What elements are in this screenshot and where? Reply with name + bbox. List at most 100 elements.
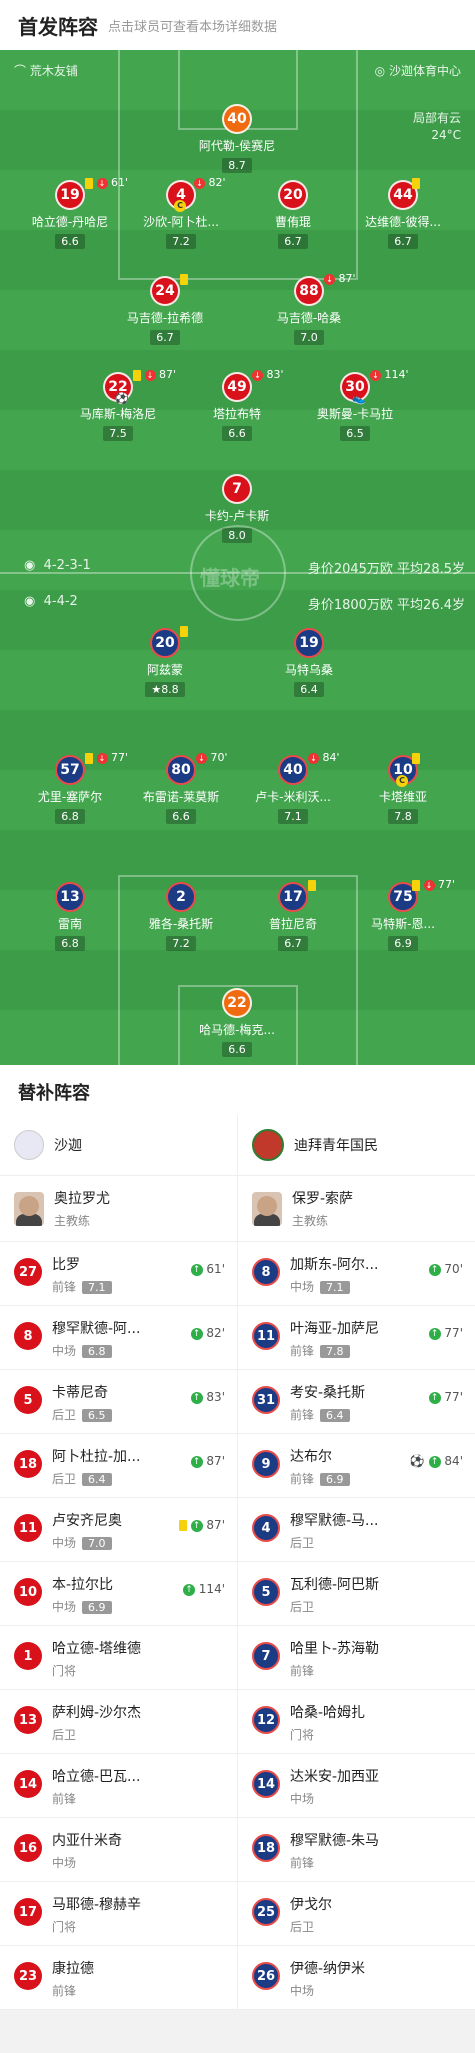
- sub-player-row[interactable]: 18 阿卜杜拉-加... 后卫 6.4 ↑ 87': [0, 1434, 237, 1498]
- player-10-catavia[interactable]: 10 C 卡塔维亚 7.8: [348, 752, 458, 824]
- player-88[interactable]: 88 ↓ 87' 马吉德-哈桑 7.0: [254, 272, 364, 345]
- player-position: 门将: [290, 1728, 315, 1742]
- sub-player-row[interactable]: 7 哈里卜-苏海勒 前锋: [238, 1626, 475, 1690]
- sub-out-icon: ↓: [144, 369, 156, 381]
- player-position: 前锋 7.1: [52, 1278, 112, 1295]
- sub-player-row[interactable]: 27 比罗 前锋 7.1 ↑ 61': [0, 1242, 237, 1306]
- player-position: 门将: [52, 1664, 77, 1678]
- team1-formation: ◉ 4-2-3-1: [24, 558, 91, 573]
- jersey-number: 27: [14, 1258, 42, 1286]
- sub-in-event: ↑ 77': [428, 1390, 463, 1404]
- team-right[interactable]: 迪拜青年国民: [238, 1115, 475, 1176]
- card-event: [180, 272, 188, 285]
- sub-player-row[interactable]: 31 考安-桑托斯 前锋 6.4 ↑ 77': [238, 1370, 475, 1434]
- temperature: 24°C: [431, 128, 461, 142]
- sub-player-row[interactable]: 18 穆罕默德-朱马 前锋: [238, 1818, 475, 1882]
- sub-out-event: ↓ 87': [324, 272, 356, 285]
- player-22-keeper[interactable]: 22 哈马德-梅克... 6.6: [182, 988, 292, 1057]
- player-name: 考安-桑托斯: [290, 1385, 366, 1401]
- sub-player-row[interactable]: 14 达米安-加西亚 中场: [238, 1754, 475, 1818]
- sub-player-row[interactable]: 1 哈立德-塔维德 门将: [0, 1626, 237, 1690]
- player-position: 中场: [290, 1984, 315, 1998]
- player-57[interactable]: 57 ↓ 77' 尤里-塞萨尔 6.8: [15, 751, 128, 824]
- jersey-number: 10: [14, 1578, 42, 1606]
- player-40[interactable]: 40 阿代勒-侯赛尼 8.7: [182, 104, 292, 173]
- sub-player-row[interactable]: 9 达布尔 前锋 6.9 ⚽ ↑ 84': [238, 1434, 475, 1498]
- player-position: 中场 6.9: [52, 1598, 112, 1615]
- coach-left[interactable]: 奥拉罗尤 主教练: [0, 1176, 237, 1242]
- player-44[interactable]: 44 达维德-彼得... 6.7: [348, 177, 458, 249]
- sub-player-row[interactable]: 11 叶海亚-加萨尼 前锋 7.8 ↑ 77': [238, 1306, 475, 1370]
- sub-in-event: ↑ 83': [190, 1390, 225, 1404]
- player-name: 伊德-纳伊米: [290, 1961, 366, 1977]
- sub-player-row[interactable]: 16 内亚什米奇 中场: [0, 1818, 237, 1882]
- player-name: 马耶德-穆赫辛: [52, 1897, 142, 1913]
- sub-in-icon: ↑: [428, 1327, 441, 1340]
- player-position: 中场 6.8: [52, 1342, 112, 1359]
- player-position: 后卫: [290, 1600, 315, 1614]
- player-position: 中场: [52, 1856, 77, 1870]
- player-20-azmoun[interactable]: 20 阿兹蒙 ★8.8: [110, 625, 220, 697]
- player-40-luka[interactable]: 40 ↓ 84' 卢卡-米利沃... 7.1: [238, 751, 348, 824]
- sub-player-row[interactable]: 12 哈桑-哈姆扎 门将: [238, 1690, 475, 1754]
- player-rating: 6.5: [82, 1409, 112, 1422]
- sub-player-row[interactable]: 8 穆罕默德-阿... 中场 6.8 ↑ 82': [0, 1306, 237, 1370]
- coach-right[interactable]: 保罗-索萨 主教练: [238, 1176, 475, 1242]
- team1-info: 身价2045万欧 平均28.5岁: [307, 562, 465, 577]
- player-80[interactable]: 80 ↓ 70' 布雷诺-莱莫斯 6.6: [126, 751, 236, 824]
- sub-player-row[interactable]: 23 康拉德 前锋: [0, 1946, 237, 2010]
- sub-player-row[interactable]: 25 伊戈尔 后卫: [238, 1882, 475, 1946]
- player-75[interactable]: 75 ↓ 77' 马特斯-恩... 6.9: [348, 878, 458, 951]
- jersey-number: 8: [252, 1258, 280, 1286]
- sub-player-row[interactable]: 13 萨利姆-沙尔杰 后卫: [0, 1690, 237, 1754]
- yellow-card-icon: [180, 273, 188, 285]
- player-position: 前锋: [290, 1664, 315, 1678]
- stadium-icon: ◎: [374, 64, 386, 78]
- player-7[interactable]: 7 卡约-卢卡斯 8.0: [182, 474, 292, 543]
- sub-in-event: ↑ 82': [190, 1326, 225, 1340]
- player-30[interactable]: 30 👟 ↓ 114' 奥斯曼-卡马拉 6.5: [300, 368, 410, 441]
- sub-out-icon: ↓: [196, 752, 207, 764]
- sub-in-event: ↑ 114': [182, 1582, 225, 1596]
- player-position: 中场 7.0: [52, 1534, 112, 1551]
- sub-player-row[interactable]: 11 卢安齐尼奥 中场 7.0 ↑ 87': [0, 1498, 237, 1562]
- player-17[interactable]: 17 普拉尼奇 6.7: [238, 879, 348, 951]
- sub-player-row[interactable]: 4 穆罕默德-马... 后卫: [238, 1498, 475, 1562]
- sub-player-row[interactable]: 5 瓦利德-阿巴斯 后卫: [238, 1562, 475, 1626]
- player-name: 哈立德-塔维德: [52, 1641, 142, 1657]
- team-left[interactable]: 沙迦: [0, 1115, 237, 1176]
- player-4[interactable]: 4 C ↓ 82' 沙欣-阿卜杜... 7.2: [126, 176, 236, 249]
- jersey-number: 26: [252, 1962, 280, 1990]
- player-13-renan[interactable]: 13 雷南 6.8: [15, 882, 125, 951]
- sub-player-row[interactable]: 8 加斯东-阿尔... 中场 7.1 ↑ 70': [238, 1242, 475, 1306]
- sub-player-row[interactable]: 17 马耶德-穆赫辛 门将: [0, 1882, 237, 1946]
- player-position: 后卫: [290, 1920, 315, 1934]
- player-19[interactable]: 19 ↓ 61' 哈立德-丹哈尼 6.6: [15, 176, 128, 249]
- sub-player-row[interactable]: 10 本-拉尔比 中场 6.9 ↑ 114': [0, 1562, 237, 1626]
- pitch: ⌒ 荒木友铺 ◎ 沙迦体育中心 局部有云 24°C 40 阿代勒-侯赛尼 8.7 1…: [0, 50, 475, 1065]
- player-49[interactable]: 49 ↓ 83' 塔拉布特 6.6: [182, 368, 292, 441]
- player-position: 后卫: [52, 1728, 77, 1742]
- sub-out-event: ↓ 87': [133, 368, 176, 381]
- player-20[interactable]: 20 曹侑琨 6.7: [238, 180, 348, 249]
- sub-player-row[interactable]: 5 卡蒂尼奇 后卫 6.5 ↑ 83': [0, 1370, 237, 1434]
- sub-player-row[interactable]: 14 哈立德-巴瓦... 前锋: [0, 1754, 237, 1818]
- player-name: 穆罕默德-朱马: [290, 1833, 380, 1849]
- player-name: 哈桑-哈姆扎: [290, 1705, 366, 1721]
- yellow-card-icon: [85, 177, 93, 189]
- team2-badge-icon: ◉: [24, 594, 36, 609]
- sub-out-icon: ↓: [194, 177, 205, 189]
- sub-out-icon: ↓: [96, 177, 108, 189]
- player-19-mateusao[interactable]: 19 马特乌桑 6.4: [254, 628, 364, 697]
- player-24[interactable]: 24 马吉德-拉希德 6.7: [110, 273, 220, 345]
- sub-in-event: ↑ 87': [178, 1518, 225, 1532]
- sub-player-row[interactable]: 26 伊德-纳伊米 中场: [238, 1946, 475, 2010]
- player-2[interactable]: 2 雅各-桑托斯 7.2: [126, 882, 236, 951]
- sub-in-icon: ↑: [190, 1519, 203, 1532]
- player-position: 后卫 6.4: [52, 1470, 112, 1487]
- player-name: 加斯东-阿尔...: [290, 1257, 379, 1273]
- sub-out-event: ↓ 83': [252, 368, 284, 381]
- assist-icon: 👟: [352, 392, 366, 405]
- sub-in-icon: ↑: [190, 1263, 203, 1276]
- player-22[interactable]: 22 ⚽ ↓ 87' 马库斯-梅洛尼 7.5: [63, 368, 176, 441]
